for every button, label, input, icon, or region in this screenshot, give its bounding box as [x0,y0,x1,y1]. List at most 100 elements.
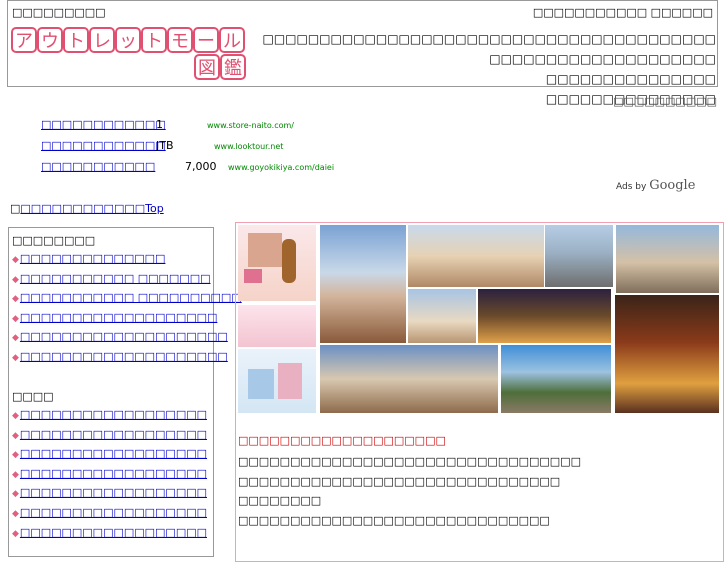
main-headline: □□□□□□□□□□□□□□□□□□□□ [238,434,446,447]
sidebar-link-item[interactable]: ◆□□□□□□□□□□□□□□ [12,252,165,265]
ad-url[interactable]: www.store-naito.com/ [207,121,294,130]
sidebar-link[interactable]: □□□□□□□□□□□ □□□□□□□ [20,272,211,285]
diamond-bullet-icon: ◆ [12,430,19,441]
site-logo[interactable]: アウトレットモール 図鑑 [11,27,247,87]
photo-outlet-buildings [320,225,406,343]
ads-by-label: Ads by [616,182,647,192]
sidebar-link[interactable]: □□□□□□□□□□□□□□□□□□ [20,467,207,480]
sidebar: □□□□□□□□ ◆□□□□□□□□□□□□□□ ◆□□□□□□□□□□□ □□□… [8,227,242,557]
ad-desc: 7,000 [185,160,217,173]
header-right-text: □□□□□□□□□□□ □□□□□□ [532,6,713,19]
logo-char: ッ [115,27,141,53]
header-left-text: □□□□□□□□□ [12,6,106,19]
ad-link[interactable]: □□□□□□□□□□□□ [41,139,166,152]
logo-char: ト [141,27,167,53]
illustration-shops [238,305,316,347]
main-content: □□□□□□□□□□□□□□□□□□□□ □□□□□□□□□□□□□□□□□□□… [235,222,724,562]
ad-url[interactable]: www.goyokikiya.com/daiei [228,163,334,172]
logo-kanji-char: 図 [194,54,220,80]
sidebar-link-item[interactable]: ◆□□□□□□□□□□□ □□□□□□□□□□ [12,291,242,304]
sidebar-section-title: □□□□ [12,390,54,403]
breadcrumb-prefix: □ [10,202,21,215]
photo-outlet-palms [501,345,611,413]
photo-collage [238,225,719,413]
logo-char: ウ [37,27,63,53]
logo-char: ア [11,27,37,53]
photo-outlet-street [616,225,719,293]
top-link[interactable]: □□□□□□□□□□□□Top [20,202,163,215]
photo-porto-bazar [615,295,719,413]
sidebar-link-item[interactable]: ◆□□□□□□□□□□□□□□□□□□□□ [12,330,228,343]
sidebar-link-item[interactable]: ◆□□□□□□□□□□□ □□□□□□□ [12,272,211,285]
svg-text:ト: ト [67,31,85,52]
photo-outlet-night [478,289,611,343]
main-text-line: □□□□□□□□ [238,494,322,507]
svg-text:ウ: ウ [41,31,59,52]
sidebar-link[interactable]: □□□□□□□□□□□□□□□□□□ [20,408,207,421]
photo-outlet-entrance [408,289,476,343]
logo-char: ル [219,27,245,53]
diamond-bullet-icon: ◆ [12,450,19,461]
sidebar-link-item[interactable]: ◆□□□□□□□□□□□□□□□□□□□ [12,311,217,324]
ad-url[interactable]: www.looktour.net [214,142,283,151]
svg-text:モ: モ [171,31,189,52]
sidebar-link[interactable]: □□□□□□□□□□□□□□□□□□ [20,506,207,519]
ad-row: □□□□□□□□□□□□ [41,139,166,152]
sidebar-link[interactable]: □□□□□□□□□□□□□□□□□□ [20,447,207,460]
logo-char: モ [167,27,193,53]
sidebar-link[interactable]: □□□□□□□□□□□□□□□□□□□ [20,311,217,324]
illustration-buildings [238,349,316,413]
sidebar-link[interactable]: □□□□□□□□□□□□□□ [20,252,166,265]
logo-char: レ [89,27,115,53]
subheader-right-text: □□□□□□□□□□ [613,95,717,108]
sidebar-link[interactable]: □□□□□□□□□□□□□□□□□□□□ [20,350,228,363]
ad-desc: JTB [156,139,174,152]
sidebar-link-item[interactable]: ◆□□□□□□□□□□□□□□□□□□ [12,428,207,441]
ad-row: □□□□□□□□□□□□ [41,118,166,131]
svg-text:レ: レ [93,31,111,52]
svg-text:ル: ル [223,31,241,52]
main-text-line: □□□□□□□□□□□□□□□□□□□□□□□□□□□□□□□□□ [238,455,581,468]
diamond-bullet-icon: ◆ [12,353,19,363]
svg-text:ト: ト [145,31,163,52]
sidebar-link[interactable]: □□□□□□□□□□□□□□□□□□ [20,486,207,499]
diamond-bullet-icon: ◆ [12,411,19,421]
diamond-bullet-icon: ◆ [12,313,19,324]
sidebar-link[interactable]: □□□□□□□□□□□□□□□□□□ [20,526,207,539]
logo-char: ー [193,27,219,53]
svg-text:鑑: 鑑 [224,58,242,79]
sidebar-link-item[interactable]: ◆□□□□□□□□□□□□□□□□□□ [12,467,207,480]
logo-char: ト [63,27,89,53]
sidebar-link-item[interactable]: ◆□□□□□□□□□□□□□□□□□□ [12,447,207,460]
main-text-line: □□□□□□□□□□□□□□□□□□□□□□□□□□□□□□ [238,514,550,527]
logo-kanji-char: 鑑 [220,54,246,80]
ads-by-google[interactable]: Ads by Google [616,178,695,193]
sidebar-link[interactable]: □□□□□□□□□□□□□□□□□□□□ [20,330,228,343]
svg-text:ア: ア [15,31,33,52]
sidebar-link[interactable]: □□□□□□□□□□□ □□□□□□□□□□ [20,291,242,304]
header-line: □□□□□□□□□□□□□□□ [545,72,716,86]
sidebar-link[interactable]: □□□□□□□□□□□□□□□□□□ [20,428,207,441]
diamond-bullet-icon: ◆ [12,509,19,519]
ad-row: □□□□□□□□□□□ [41,160,155,173]
diamond-bullet-icon: ◆ [12,255,19,265]
ad-link[interactable]: □□□□□□□□□□□ [41,160,155,173]
sidebar-link-item[interactable]: ◆□□□□□□□□□□□□□□□□□□ [12,408,207,421]
diamond-bullet-icon: ◆ [12,528,19,539]
ad-link[interactable]: □□□□□□□□□□□□ [41,118,166,131]
sidebar-link-item[interactable]: ◆□□□□□□□□□□□□□□□□□□□□ [12,350,228,363]
main-text-line: □□□□□□□□□□□□□□□□□□□□□□□□□□□□□□□ [238,475,561,488]
header-line: □□□□□□□□□□□□□□□□□□□□□□□□□□□□□□□□□□□□□□□□… [262,32,716,66]
sidebar-link-item[interactable]: ◆□□□□□□□□□□□□□□□□□□ [12,486,207,499]
sidebar-link-item[interactable]: ◆□□□□□□□□□□□□□□□□□□ [12,526,207,539]
google-wordmark: Google [649,178,696,193]
site-header: □□□□□□□□□ □□□□□□□□□□□ □□□□□□ アウトレットモール 図… [7,0,718,106]
sidebar-link-item[interactable]: ◆□□□□□□□□□□□□□□□□□□ [12,506,207,519]
logo-graphic: アウトレットモール 図鑑 [11,27,246,80]
photo-outlet-store [545,225,613,287]
photo-outlet-plaza [320,345,498,413]
diamond-bullet-icon: ◆ [12,333,19,344]
svg-text:図: 図 [198,58,216,79]
diamond-bullet-icon: ◆ [12,274,19,285]
breadcrumb: □□□□□□□□□□□□□Top [10,202,164,215]
